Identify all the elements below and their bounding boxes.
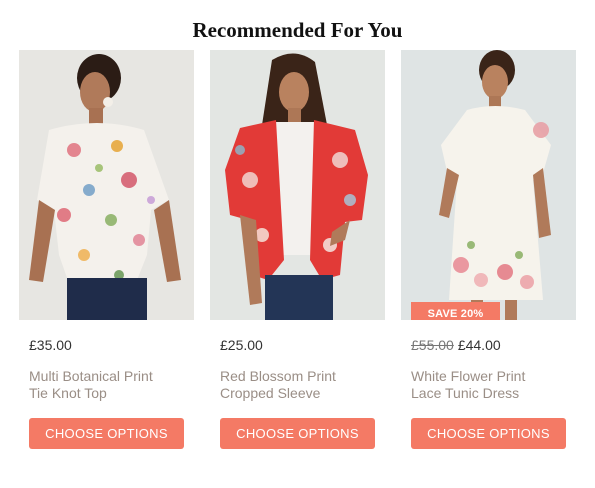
section-heading: Recommended For You — [192, 18, 403, 42]
choose-options-button[interactable]: CHOOSE OPTIONS — [29, 418, 184, 449]
product-title-line1: White Flower Print — [411, 368, 526, 384]
product-title-link[interactable]: Red Blossom Print Cropped Sleeve — [220, 368, 380, 402]
product-title-line1: Red Blossom Print — [220, 368, 336, 384]
save-badge: SAVE 20% — [411, 302, 500, 320]
current-price: £25.00 — [220, 337, 263, 353]
product-image[interactable]: SAVE 20% — [401, 50, 576, 320]
product-price: £25.00 — [220, 337, 263, 353]
product-photo-floral-top — [19, 50, 194, 320]
current-price: £44.00 — [457, 337, 501, 353]
product-card[interactable]: SAVE 20% £55.00 £44.00 White Flower Print… — [401, 50, 576, 449]
choose-options-button[interactable]: CHOOSE OPTIONS — [411, 418, 566, 449]
product-photo-white-lace-dress — [401, 50, 576, 320]
product-card[interactable]: £35.00 Multi Botanical Print Tie Knot To… — [19, 50, 194, 449]
product-card[interactable]: £25.00 Red Blossom Print Cropped Sleeve … — [210, 50, 385, 449]
product-title-line2: Cropped Sleeve — [220, 385, 321, 401]
product-photo-red-kimono — [210, 50, 385, 320]
product-image[interactable] — [19, 50, 194, 320]
product-title-line2: Tie Knot Top — [29, 385, 107, 401]
product-image[interactable] — [210, 50, 385, 320]
choose-options-button[interactable]: CHOOSE OPTIONS — [220, 418, 375, 449]
product-price: £55.00 £44.00 — [411, 337, 501, 353]
product-price: £35.00 — [29, 337, 72, 353]
product-title-line1: Multi Botanical Print — [29, 368, 153, 384]
original-price: £55.00 — [411, 337, 454, 353]
current-price: £35.00 — [29, 337, 72, 353]
product-title-link[interactable]: White Flower Print Lace Tunic Dress — [411, 368, 571, 402]
product-title-link[interactable]: Multi Botanical Print Tie Knot Top — [29, 368, 189, 402]
product-title-line2: Lace Tunic Dress — [411, 385, 520, 401]
